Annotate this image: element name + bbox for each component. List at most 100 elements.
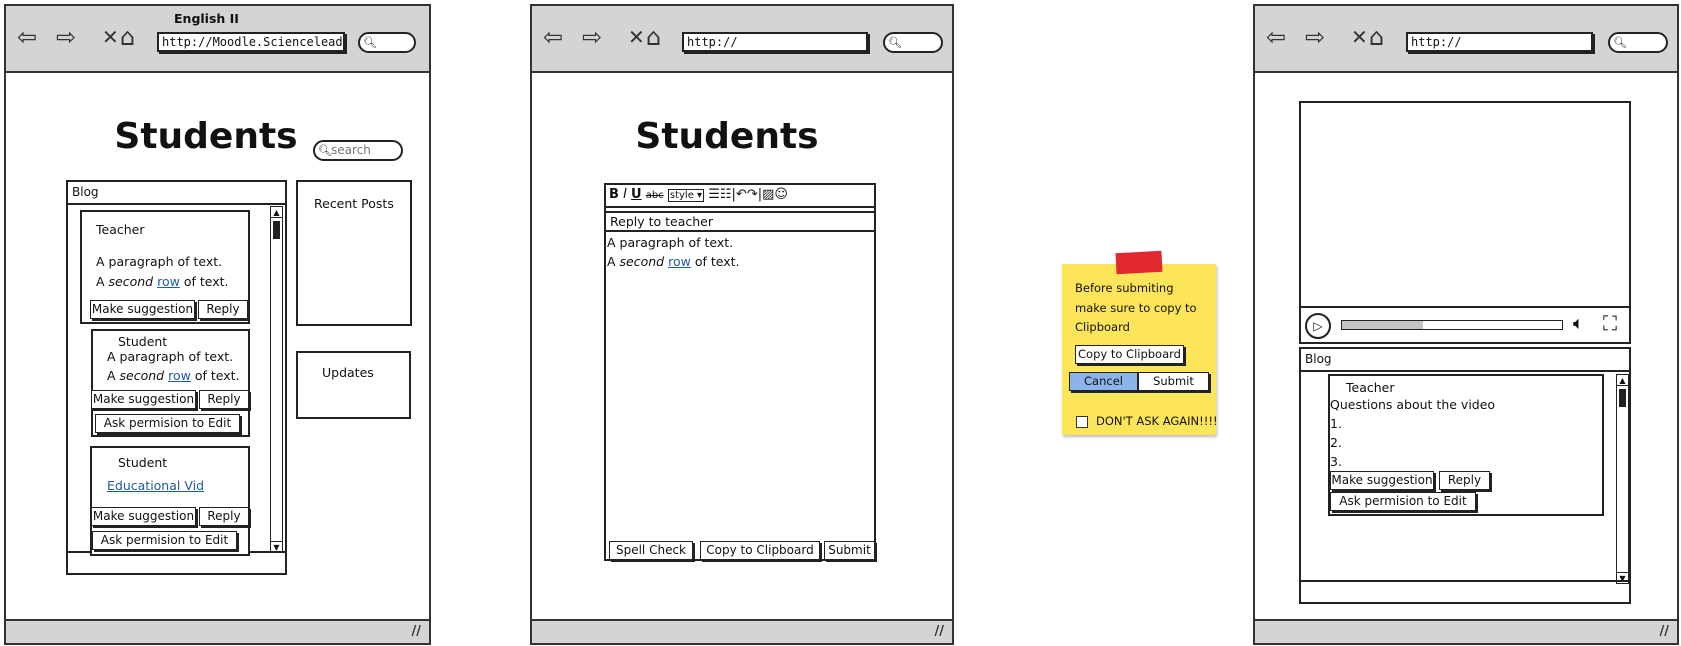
- reply-button[interactable]: Reply: [198, 300, 248, 319]
- home-icon[interactable]: ⌂: [646, 24, 661, 50]
- copy-to-clipboard-button[interactable]: Copy to Clipboard: [1075, 345, 1184, 364]
- post-line: A second row of text.: [107, 368, 240, 383]
- ask-permission-button[interactable]: Ask permision to Edit: [1330, 492, 1476, 511]
- blog-panel: Blog ▲ ▼ Teacher A paragraph of text. A s…: [66, 180, 287, 575]
- strikethrough-button[interactable]: abc: [646, 190, 664, 201]
- editor-link[interactable]: row: [668, 254, 691, 269]
- back-icon[interactable]: ⇦: [17, 24, 37, 50]
- recent-posts-title: Recent Posts: [314, 196, 394, 211]
- blog-header: Blog: [68, 182, 285, 205]
- undo-icon[interactable]: ↶: [736, 187, 747, 202]
- scroll-up-icon[interactable]: ▲: [271, 207, 282, 218]
- browser-toolbar: ⇦ ⇨ ✕ ⌂ http:// 🔍︎: [1255, 6, 1677, 73]
- style-dropdown[interactable]: style ▾: [667, 189, 705, 202]
- resize-grip-icon[interactable]: //: [412, 624, 422, 639]
- ask-permission-button[interactable]: Ask permision to Edit: [95, 414, 240, 433]
- resize-grip-icon[interactable]: //: [935, 624, 945, 639]
- url-input[interactable]: http://: [682, 32, 868, 52]
- updates-title: Updates: [322, 365, 374, 380]
- blog-footer: [1301, 580, 1629, 602]
- search-icon: 🔍︎: [1613, 36, 1627, 49]
- scroll-up-icon[interactable]: ▲: [1617, 375, 1628, 386]
- redo-icon[interactable]: ↷: [747, 187, 758, 202]
- make-suggestion-button[interactable]: Make suggestion: [91, 390, 196, 409]
- url-input[interactable]: http://Moodle.Scienceleadership: [157, 32, 345, 52]
- forward-icon[interactable]: ⇨: [56, 24, 76, 50]
- volume-icon[interactable]: 🔈︎: [1573, 313, 1584, 334]
- dont-ask-checkbox[interactable]: [1076, 416, 1088, 428]
- post-author: Teacher: [1346, 380, 1395, 395]
- forward-icon[interactable]: ⇨: [582, 24, 602, 50]
- status-bar: //: [532, 619, 952, 643]
- home-icon[interactable]: ⌂: [1369, 24, 1384, 50]
- post-line: A second row of text.: [96, 274, 229, 289]
- reply-button[interactable]: Reply: [1439, 471, 1490, 490]
- post-card: Teacher A paragraph of text. A second ro…: [80, 210, 250, 324]
- reply-button[interactable]: Reply: [199, 507, 249, 526]
- note-line: Clipboard: [1075, 320, 1130, 334]
- updates-panel: Updates: [296, 351, 411, 419]
- post-card: Student A paragraph of text. A second ro…: [91, 329, 250, 437]
- subject-input[interactable]: Reply to teacher: [606, 211, 874, 232]
- make-suggestion-button[interactable]: Make suggestion: [90, 300, 195, 319]
- post-text: Questions about the video: [1330, 397, 1496, 412]
- cancel-button[interactable]: Cancel: [1069, 372, 1138, 391]
- post-author: Teacher: [96, 222, 145, 237]
- italic-button[interactable]: I: [623, 187, 627, 202]
- copy-to-clipboard-button[interactable]: Copy to Clipboard: [700, 541, 820, 560]
- smiley-icon[interactable]: ☺: [774, 187, 788, 202]
- scroll-thumb[interactable]: [1619, 389, 1626, 407]
- post-card: Student Educational Vid Make suggestion …: [90, 446, 250, 556]
- scrollbar[interactable]: ▲ ▼: [270, 206, 283, 553]
- search-icon: 🔍︎: [363, 36, 377, 49]
- bullet-list-icon[interactable]: ☰: [708, 187, 720, 202]
- back-icon[interactable]: ⇦: [543, 24, 563, 50]
- url-input[interactable]: http://: [1406, 32, 1593, 52]
- browser-search[interactable]: 🔍︎: [883, 32, 943, 53]
- post-link[interactable]: row: [157, 274, 180, 289]
- dont-ask-label: DON'T ASK AGAIN!!!!: [1096, 414, 1218, 428]
- spell-check-button[interactable]: Spell Check: [609, 541, 693, 560]
- reply-button[interactable]: Reply: [199, 390, 249, 409]
- search-placeholder: search: [331, 143, 371, 157]
- list-item: 3.: [1330, 454, 1342, 469]
- make-suggestion-button[interactable]: Make suggestion: [91, 507, 196, 526]
- video-progress[interactable]: [1341, 320, 1563, 330]
- resize-grip-icon[interactable]: //: [1660, 624, 1670, 639]
- page-title: Students: [114, 116, 298, 157]
- window-title: English II: [174, 11, 239, 26]
- play-icon[interactable]: ▷: [1305, 313, 1331, 339]
- underline-button[interactable]: U: [631, 187, 642, 202]
- scroll-thumb[interactable]: [273, 221, 280, 239]
- forward-icon[interactable]: ⇨: [1305, 24, 1325, 50]
- stop-icon[interactable]: ✕: [1351, 24, 1368, 50]
- make-suggestion-button[interactable]: Make suggestion: [1330, 471, 1434, 490]
- post-link[interactable]: row: [168, 368, 191, 383]
- numbered-list-icon[interactable]: ☷: [720, 187, 732, 202]
- ask-permission-button[interactable]: Ask permision to Edit: [92, 531, 237, 550]
- browser-toolbar: ⇦ ⇨ ✕ ⌂ http:// 🔍︎: [532, 6, 952, 73]
- editor-body[interactable]: A paragraph of text. A second row of tex…: [606, 233, 874, 537]
- submit-button[interactable]: Submit: [1138, 372, 1209, 391]
- back-icon[interactable]: ⇦: [1266, 24, 1286, 50]
- video-controls: ▷ 🔈︎ ⛶: [1301, 306, 1629, 342]
- search-icon: 🔍︎: [888, 36, 902, 49]
- browser-window-2: ⇦ ⇨ ✕ ⌂ http:// 🔍︎ Students B I U abc st…: [530, 4, 954, 645]
- submit-button[interactable]: Submit: [824, 541, 875, 560]
- post-author: Student: [118, 455, 168, 470]
- educational-vid-link[interactable]: Educational Vid: [107, 478, 204, 493]
- browser-search[interactable]: 🔍︎: [358, 32, 416, 53]
- stop-icon[interactable]: ✕: [102, 24, 119, 50]
- bold-button[interactable]: B: [609, 187, 619, 202]
- video-player[interactable]: ▷ 🔈︎ ⛶: [1299, 101, 1631, 344]
- editor-toolbar: B I U abc style ▾ ☰☷|↶↷|▨☺: [606, 185, 874, 208]
- search-input[interactable]: 🔍︎ search: [313, 140, 403, 161]
- home-icon[interactable]: ⌂: [120, 24, 135, 50]
- browser-window-1: English II ⇦ ⇨ ✕ ⌂ http://Moodle.Science…: [4, 4, 431, 645]
- scrollbar[interactable]: ▲ ▼: [1616, 374, 1629, 584]
- stop-icon[interactable]: ✕: [628, 24, 645, 50]
- note-line: Before submiting: [1075, 281, 1174, 295]
- fullscreen-icon[interactable]: ⛶: [1603, 311, 1617, 335]
- browser-search[interactable]: 🔍︎: [1608, 32, 1668, 53]
- image-icon[interactable]: ▨: [762, 187, 774, 202]
